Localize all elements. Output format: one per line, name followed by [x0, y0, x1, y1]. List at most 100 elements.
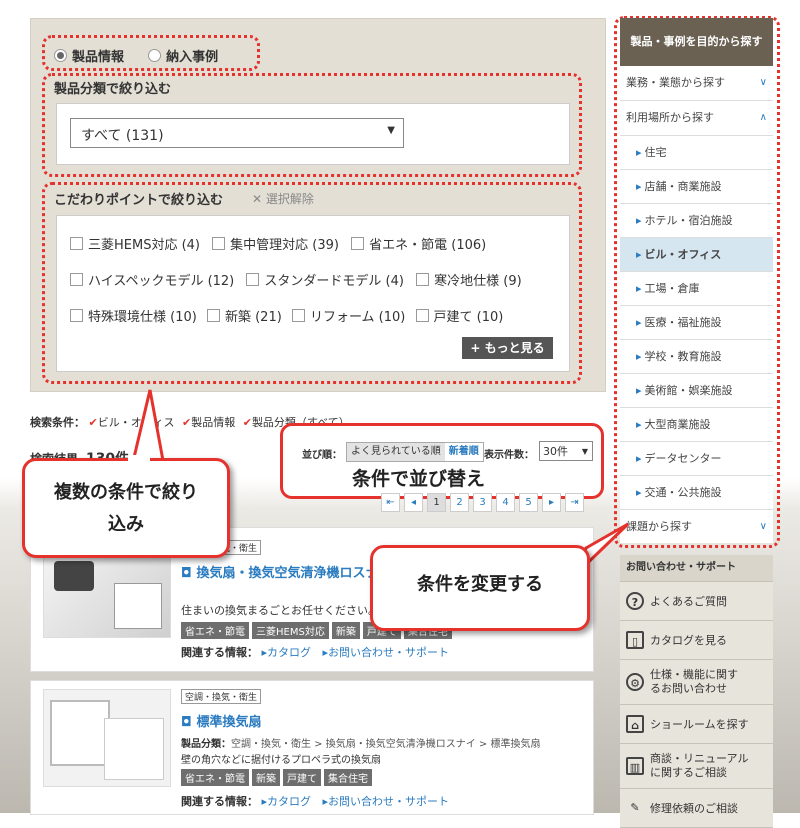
checkbox-icon — [206, 309, 220, 322]
nav-location-item[interactable]: ▸ 交通・公共施設 — [620, 476, 773, 510]
support-spec[interactable]: ⚙ 仕様・機能に関するお問い合わせ — [620, 660, 773, 705]
support-showroom[interactable]: ⌂ ショールームを探す — [620, 705, 773, 744]
first-page-icon[interactable]: ⇤ — [381, 493, 400, 512]
product-image — [43, 552, 171, 638]
page-link[interactable]: 2 — [450, 493, 469, 512]
checkbox-option[interactable]: 省エネ・節電 (106) — [351, 237, 486, 253]
bubble-pointer-mask — [573, 555, 583, 579]
points-row-1: 三菱HEMS対応 (4) 集中管理対応 (39) 省エネ・節電 (106) — [70, 234, 486, 253]
catalog-link[interactable]: ▸カタログ — [262, 795, 312, 808]
nav-location-item[interactable]: ▸ データセンター — [620, 442, 773, 476]
fan-shape — [54, 561, 94, 591]
category-title: 製品分類で絞り込む — [54, 82, 172, 97]
support-header: お問い合わせ・サポート — [620, 555, 773, 582]
page-link[interactable]: 5 — [519, 493, 538, 512]
checkbox-option[interactable]: 三菱HEMS対応 (4) — [70, 237, 200, 253]
dropdown-arrow-icon: ▼ — [387, 125, 395, 136]
bubble-pointer-mask — [128, 455, 150, 463]
sort-new[interactable]: 新着順 — [444, 443, 483, 461]
catalog-link[interactable]: ▸カタログ — [262, 646, 312, 659]
page-link[interactable]: 3 — [473, 493, 492, 512]
checkbox-icon — [212, 237, 226, 250]
checkbox-option[interactable]: 寒冷地仕様 (9) — [416, 273, 522, 289]
radio-on-icon — [54, 49, 67, 62]
right-nav-header: 製品・事例を目的から探す — [620, 18, 773, 66]
checkbox-icon — [246, 273, 260, 286]
checkbox-option[interactable]: 特殊環境仕様 (10) — [70, 309, 197, 325]
points-row-2: ハイスペックモデル (12) スタンダードモデル (4) 寒冷地仕様 (9) — [70, 270, 522, 289]
bubble-pointer — [130, 389, 166, 466]
product-title[interactable]: ◘ 換気扇・換気空気清浄機ロスナイ — [181, 562, 391, 581]
checkbox-option[interactable]: ハイスペックモデル (12) — [70, 273, 234, 289]
nav-location-item[interactable]: ▸ 学校・教育施設 — [620, 340, 773, 374]
close-icon: ✕ — [252, 192, 263, 206]
fan-shape — [50, 700, 110, 766]
category-tag: 空調・換気・衛生 — [181, 689, 262, 704]
support-link[interactable]: ▸お問い合わせ・サポート — [323, 795, 450, 808]
annotation-filter: 複数の条件で絞り込み — [22, 458, 230, 558]
page-link[interactable]: 4 — [496, 493, 515, 512]
nav-location-item[interactable]: ▸ 美術館・娯楽施設 — [620, 374, 773, 408]
checkbox-icon — [70, 237, 83, 250]
gear-icon: ⚙ — [626, 673, 644, 691]
checkbox-icon — [70, 309, 83, 322]
nav-location-item[interactable]: ▸ 大型商業施設 — [620, 408, 773, 442]
next-page-icon[interactable]: ▸ — [542, 493, 561, 512]
checkbox-icon — [416, 273, 430, 286]
question-icon: ? — [626, 592, 644, 610]
check-icon: ✔ — [88, 416, 98, 429]
nav-location-item[interactable]: ▸ 工場・倉庫 — [620, 272, 773, 306]
points-row-3: 特殊環境仕様 (10) 新築 (21) リフォーム (10) 戸建て (10) — [70, 306, 503, 325]
checkbox-option[interactable]: スタンダードモデル (4) — [246, 273, 404, 289]
points-title: こだわりポイントで絞り込む — [54, 193, 224, 208]
nav-location-item[interactable]: ▸ ホテル・宿泊施設 — [620, 204, 773, 238]
grille-shape — [104, 718, 164, 780]
product-tags: 省エネ・節電 新築 戸建て 集合住宅 — [181, 769, 375, 786]
nav-location-item[interactable]: ▸ 店舗・商業施設 — [620, 170, 773, 204]
count-select[interactable]: 30件 ▼ — [539, 441, 593, 461]
product-desc: 住まいの換気まるごとお任せください。 — [181, 604, 379, 617]
product-desc: 壁の角穴などに据付けるプロペラ式の換気扇 — [181, 755, 381, 766]
support-nav: お問い合わせ・サポート ? よくあるご質問 ▯ カタログを見る ⚙ 仕様・機能に関する… — [620, 555, 773, 828]
checkbox-option[interactable]: 集中管理対応 (39) — [212, 237, 339, 253]
chevron-up-icon: ∧ — [759, 112, 767, 123]
checkbox-option[interactable]: 戸建て (10) — [415, 309, 503, 325]
radio-case[interactable]: 納入事例 — [148, 49, 218, 65]
plus-icon: + — [470, 341, 481, 355]
page-link[interactable]: 1 — [427, 493, 446, 512]
nav-location[interactable]: 利用場所から探す ∧ — [620, 101, 773, 136]
checkbox-option[interactable]: 新築 (21) — [206, 309, 282, 325]
wrench-icon: ✎ — [630, 801, 640, 814]
nav-location-item-selected[interactable]: ▸ ビル・オフィス — [620, 238, 773, 272]
sort-popular[interactable]: よく見られている順 — [347, 443, 445, 461]
count-label: 表示件数： — [484, 450, 534, 461]
clear-selection[interactable]: ✕ 選択解除 — [252, 190, 314, 207]
related-info: 関連する情報： ▸カタログ ▸お問い合わせ・サポート — [181, 795, 450, 808]
nav-location-item[interactable]: ▸ 住宅 — [620, 136, 773, 170]
nav-issues[interactable]: 課題から探す ∨ — [620, 510, 773, 543]
support-faq[interactable]: ? よくあるご質問 — [620, 582, 773, 621]
chevron-down-icon: ∨ — [759, 521, 767, 532]
pagination: ⇤ ◂ 1 2 3 4 5 ▸ ⇥ — [381, 493, 588, 512]
support-link[interactable]: ▸お問い合わせ・サポート — [323, 646, 450, 659]
checkbox-option[interactable]: リフォーム (10) — [291, 309, 405, 325]
checkbox-icon — [291, 309, 305, 322]
related-info: 関連する情報： ▸カタログ ▸お問い合わせ・サポート — [181, 646, 450, 659]
nav-business[interactable]: 業務・業態から探す ∨ — [620, 66, 773, 101]
product-title[interactable]: ◘ 標準換気扇 — [181, 711, 261, 730]
search-type-group: 製品情報 納入事例 — [54, 46, 218, 65]
checkbox-icon — [415, 309, 429, 322]
nav-location-item[interactable]: ▸ 医療・福祉施設 — [620, 306, 773, 340]
radio-product[interactable]: 製品情報 — [54, 49, 124, 65]
category-select[interactable]: すべて (131) ▼ — [70, 118, 404, 148]
last-page-icon[interactable]: ⇥ — [565, 493, 584, 512]
sort-label: 並び順： — [302, 450, 342, 461]
square-bullet-icon: ◘ — [181, 566, 192, 581]
more-button[interactable]: + もっと見る — [462, 337, 553, 359]
support-repair[interactable]: ✎ 修理依頼のご相談 — [620, 789, 773, 828]
support-catalog[interactable]: ▯ カタログを見る — [620, 621, 773, 660]
checkbox-icon — [70, 273, 83, 286]
prev-page-icon[interactable]: ◂ — [404, 493, 423, 512]
support-renewal[interactable]: ▥ 商談・リニューアルに関するご相談 — [620, 744, 773, 789]
radio-off-icon — [148, 49, 162, 62]
